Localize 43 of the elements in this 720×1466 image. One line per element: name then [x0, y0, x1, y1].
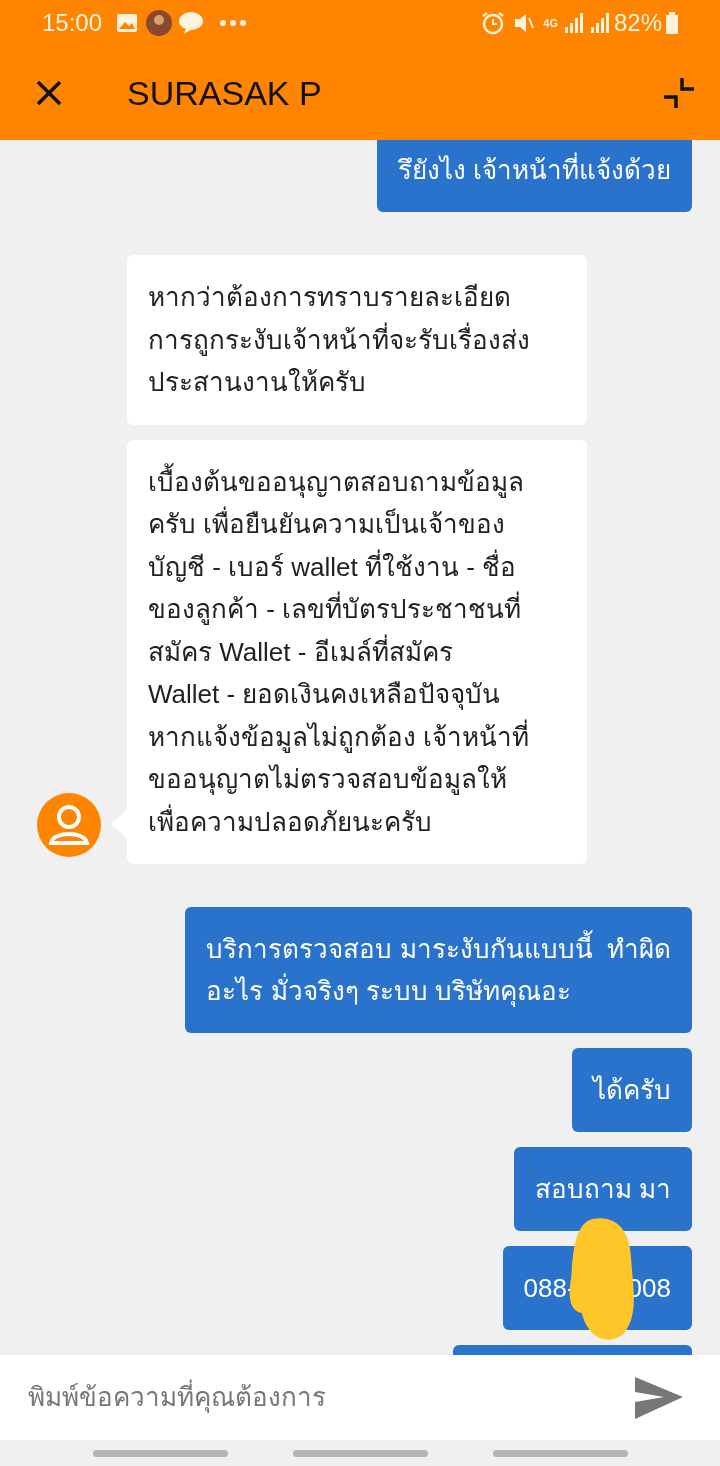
- send-icon: [634, 1375, 684, 1420]
- minimize-button[interactable]: [662, 76, 696, 110]
- message-text: เบื้องต้นขออนุญาตสอบถามข้อมูล: [148, 460, 566, 503]
- close-icon: [36, 80, 62, 106]
- alarm-icon: [481, 11, 506, 35]
- avatar-icon: [37, 793, 101, 857]
- message-text: ประสานงานให้ครับ: [148, 366, 367, 399]
- message-text: สมัคร Wallet - อีเมล์ที่สมัคร: [148, 633, 454, 669]
- message-field[interactable]: พิมพ์ข้อความที่คุณต้องการ: [0, 1355, 720, 1440]
- battery-level: 82%: [613, 8, 662, 38]
- message-text: ของลูกค้า - เลขที่บัตรประชาชนที่: [148, 588, 566, 631]
- avatar-icon: [146, 10, 173, 36]
- message-text: 088-: [523, 1272, 576, 1305]
- message-text: รึยังไง เจ้าหน้าที่แจ้งด้วย: [397, 149, 671, 191]
- nav-handle[interactable]: [292, 1449, 428, 1457]
- chat-title: SURASAK P: [127, 72, 323, 114]
- battery-icon: [666, 12, 678, 34]
- message-text: บัญชี - เบอร์ wallet ที่ใช้งาน - ชื่อ: [148, 548, 518, 584]
- signal-icon: [563, 13, 584, 33]
- signal-icon: [589, 13, 610, 33]
- message-text: ครับ เพื่อยืนยันความเป็นเจ้าของ: [148, 503, 566, 546]
- send-button[interactable]: [634, 1375, 684, 1420]
- more-icon: [220, 20, 247, 26]
- mute-icon: [513, 12, 536, 34]
- message-text: ขออนุญาตไม่ตรวจสอบข้อมูลให้: [148, 763, 508, 797]
- message-text: หากว่าต้องการทราบรายละเอียด: [148, 281, 512, 314]
- chat-bubble-icon: [178, 11, 205, 35]
- network-type: 4G: [543, 15, 558, 31]
- message-text: อะไร มั่วจริงๆ ระบบ บริษัทคุณอะ: [206, 970, 671, 1012]
- image-icon: [116, 13, 139, 33]
- message-text: สอบถาม มา: [534, 1173, 671, 1206]
- message-text: การถูกระงับเจ้าหน้าที่จะรับเรื่องส่ง: [148, 321, 531, 358]
- message-text: ได้ครับ: [593, 1074, 671, 1107]
- message-input[interactable]: พิมพ์ข้อความที่คุณต้องการ: [28, 1378, 634, 1417]
- message-text: เพื่อความปลอดภัยนะครับ: [148, 803, 433, 839]
- nav-handle[interactable]: [492, 1449, 628, 1457]
- message-text: Wallet - ยอดเงินคงเหลือปัจจุบัน: [148, 678, 502, 712]
- status-time: 15:00: [42, 8, 103, 38]
- shrink-icon: [662, 76, 696, 110]
- message-text: หากแจ้งข้อมูลไม่ถูกต้อง เจ้าหน้าที่: [148, 718, 531, 755]
- close-button[interactable]: [36, 80, 62, 106]
- nav-handle[interactable]: [92, 1449, 228, 1457]
- message-text: บริการตรวจสอบ มาระงับกันแบบนี้ ทำผิด: [206, 928, 671, 970]
